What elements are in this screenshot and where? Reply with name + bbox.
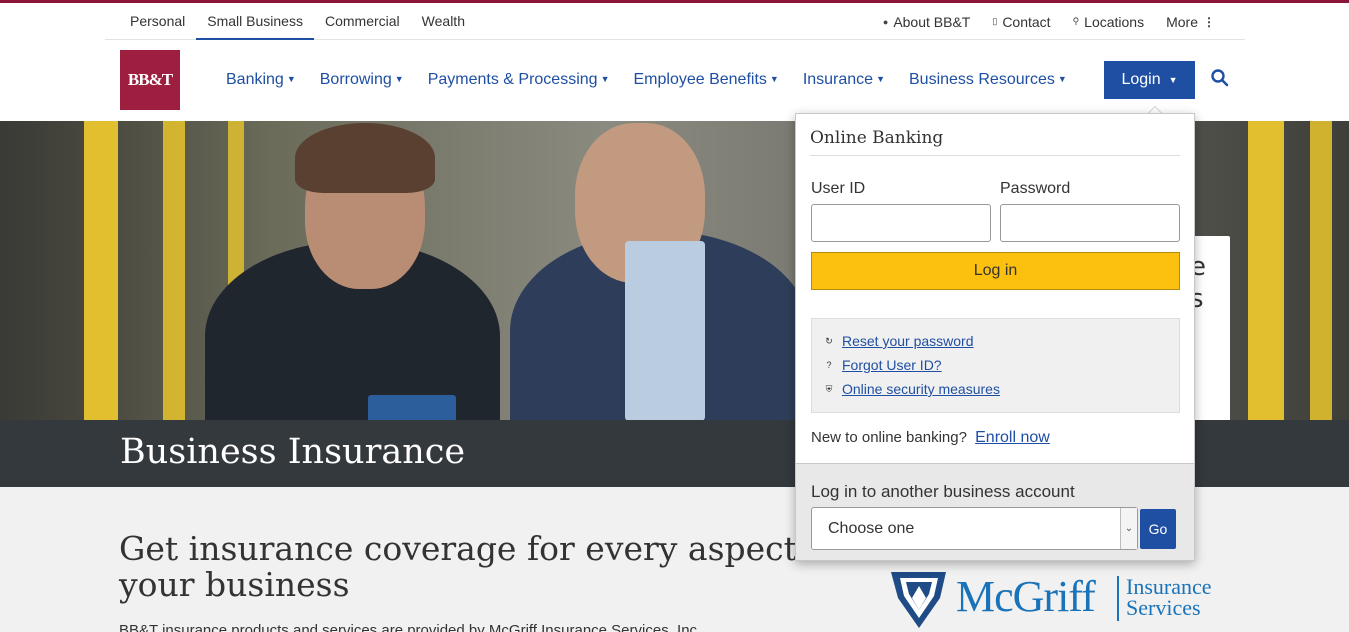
divider [810, 155, 1180, 156]
forgot-user-id-link[interactable]: Forgot User ID? [842, 357, 942, 373]
go-button[interactable]: Go [1140, 509, 1176, 549]
hero-person-woman-hair [295, 123, 435, 193]
contact-link[interactable]: ▯ Contact [992, 14, 1050, 30]
log-in-button[interactable]: Log in [811, 252, 1180, 290]
question-icon: ? [826, 360, 832, 370]
help-row-security: ⛨ Online security measures [822, 381, 1000, 397]
mcgriff-logo: McGriff Insurance Services [886, 566, 1231, 632]
segment-tabs: Personal Small Business Commercial Wealt… [119, 3, 476, 40]
about-label: About BB&T [893, 13, 971, 30]
hero-yellow-pillar [1248, 121, 1284, 420]
mcgriff-subtitle: Insurance Services [1126, 574, 1212, 620]
nav-employee-benefits[interactable]: Employee Benefits ▼ [621, 71, 790, 89]
caret-down-icon: ▼ [600, 74, 610, 84]
nav-payments[interactable]: Payments & Processing ▼ [416, 71, 622, 89]
password-input[interactable] [1000, 204, 1180, 242]
hero-yellow-pillar [84, 121, 118, 420]
phone-icon: ▯ [992, 16, 998, 26]
new-user-text: New to online banking? [811, 429, 967, 446]
search-icon[interactable] [1210, 68, 1230, 88]
caret-down-icon: ▼ [394, 74, 404, 84]
hero-yellow-pillar [1310, 121, 1332, 420]
nav-business-resources-label: Business Resources [909, 71, 1055, 88]
caret-down-icon: ▼ [1057, 74, 1067, 84]
mcgriff-subtitle-line2: Services [1126, 595, 1201, 620]
contact-label: Contact [1002, 13, 1051, 30]
mcgriff-shield-icon [891, 572, 946, 628]
security-measures-link[interactable]: Online security measures [842, 381, 1000, 397]
login-dropdown: Online Banking User ID Password Log in ↻… [795, 113, 1195, 561]
hero-person-man-collar [625, 241, 705, 420]
segment-wealth[interactable]: Wealth [411, 3, 476, 40]
page-title: Business Insurance [120, 432, 466, 472]
nav-insurance-label: Insurance [802, 71, 874, 88]
nav-borrowing[interactable]: Borrowing ▼ [308, 71, 416, 89]
nav-payments-label: Payments & Processing [427, 71, 598, 88]
nav-business-resources[interactable]: Business Resources ▼ [897, 71, 1079, 89]
shield-icon: ⛨ [825, 383, 833, 394]
user-id-input[interactable] [811, 204, 991, 242]
segment-personal[interactable]: Personal [119, 3, 196, 40]
hero-yellow-pillar [163, 121, 185, 420]
help-row-reset: ↻ Reset your password [822, 333, 974, 349]
online-banking-title: Online Banking [810, 128, 944, 148]
nav-borrowing-label: Borrowing [319, 71, 392, 88]
select-value: Choose one [828, 520, 915, 537]
help-row-forgot: ? Forgot User ID? [822, 357, 942, 373]
mcgriff-name: McGriff [956, 572, 1096, 621]
segment-small-business[interactable]: Small Business [196, 3, 314, 40]
user-id-label: User ID [811, 180, 866, 197]
segment-commercial[interactable]: Commercial [314, 3, 411, 40]
login-button[interactable]: Login ▼ [1104, 61, 1195, 99]
password-label: Password [1000, 180, 1071, 197]
nav-insurance[interactable]: Insurance ▼ [791, 71, 897, 89]
nav-employee-benefits-label: Employee Benefits [633, 71, 767, 88]
mcgriff-divider [1117, 576, 1119, 621]
utility-links: ● About BB&T ▯ Contact ⚲ Locations More … [861, 3, 1215, 40]
person-icon: ● [882, 16, 889, 27]
refresh-icon: ↻ [825, 335, 833, 346]
more-label: More [1166, 13, 1198, 30]
nav-banking-label: Banking [226, 71, 284, 88]
map-pin-icon: ⚲ [1072, 16, 1080, 26]
mcgriff-subtitle-line1: Insurance [1126, 574, 1212, 599]
other-account-label: Log in to another business account [811, 482, 1075, 501]
more-link[interactable]: More ⋮ [1166, 14, 1215, 30]
caret-down-icon: ▼ [769, 74, 779, 84]
locations-label: Locations [1084, 13, 1145, 30]
caret-down-icon: ▼ [876, 74, 885, 84]
nav-banking[interactable]: Banking ▼ [214, 71, 308, 89]
section-headline: Get insurance coverage for every aspect … [119, 529, 840, 604]
business-account-select[interactable]: Choose one ⌄ [811, 507, 1138, 550]
caret-down-icon: ▼ [1168, 75, 1178, 85]
intro-text: BB&T insurance products and services are… [119, 622, 702, 632]
main-nav: Banking ▼ Borrowing ▼ Payments & Processin… [214, 65, 1079, 95]
business-account-section: Log in to another business account Choos… [796, 463, 1194, 560]
more-dots-icon: ⋮ [1203, 14, 1215, 29]
locations-link[interactable]: ⚲ Locations [1073, 14, 1145, 30]
utility-bar: Personal Small Business Commercial Wealt… [105, 3, 1245, 40]
bbt-logo[interactable]: BB&T [120, 50, 180, 110]
about-link[interactable]: ● About BB&T [883, 14, 970, 30]
help-links-box: ↻ Reset your password ? Forgot User ID? … [811, 318, 1180, 413]
hero-tablet [368, 395, 456, 420]
login-button-label: Login [1121, 71, 1161, 88]
reset-password-link[interactable]: Reset your password [842, 333, 974, 349]
enroll-now-link[interactable]: Enroll now [975, 429, 1050, 446]
chevron-down-icon: ⌄ [1120, 508, 1137, 549]
new-user-row: New to online banking? Enroll now [811, 429, 1050, 447]
caret-down-icon: ▼ [286, 74, 296, 84]
